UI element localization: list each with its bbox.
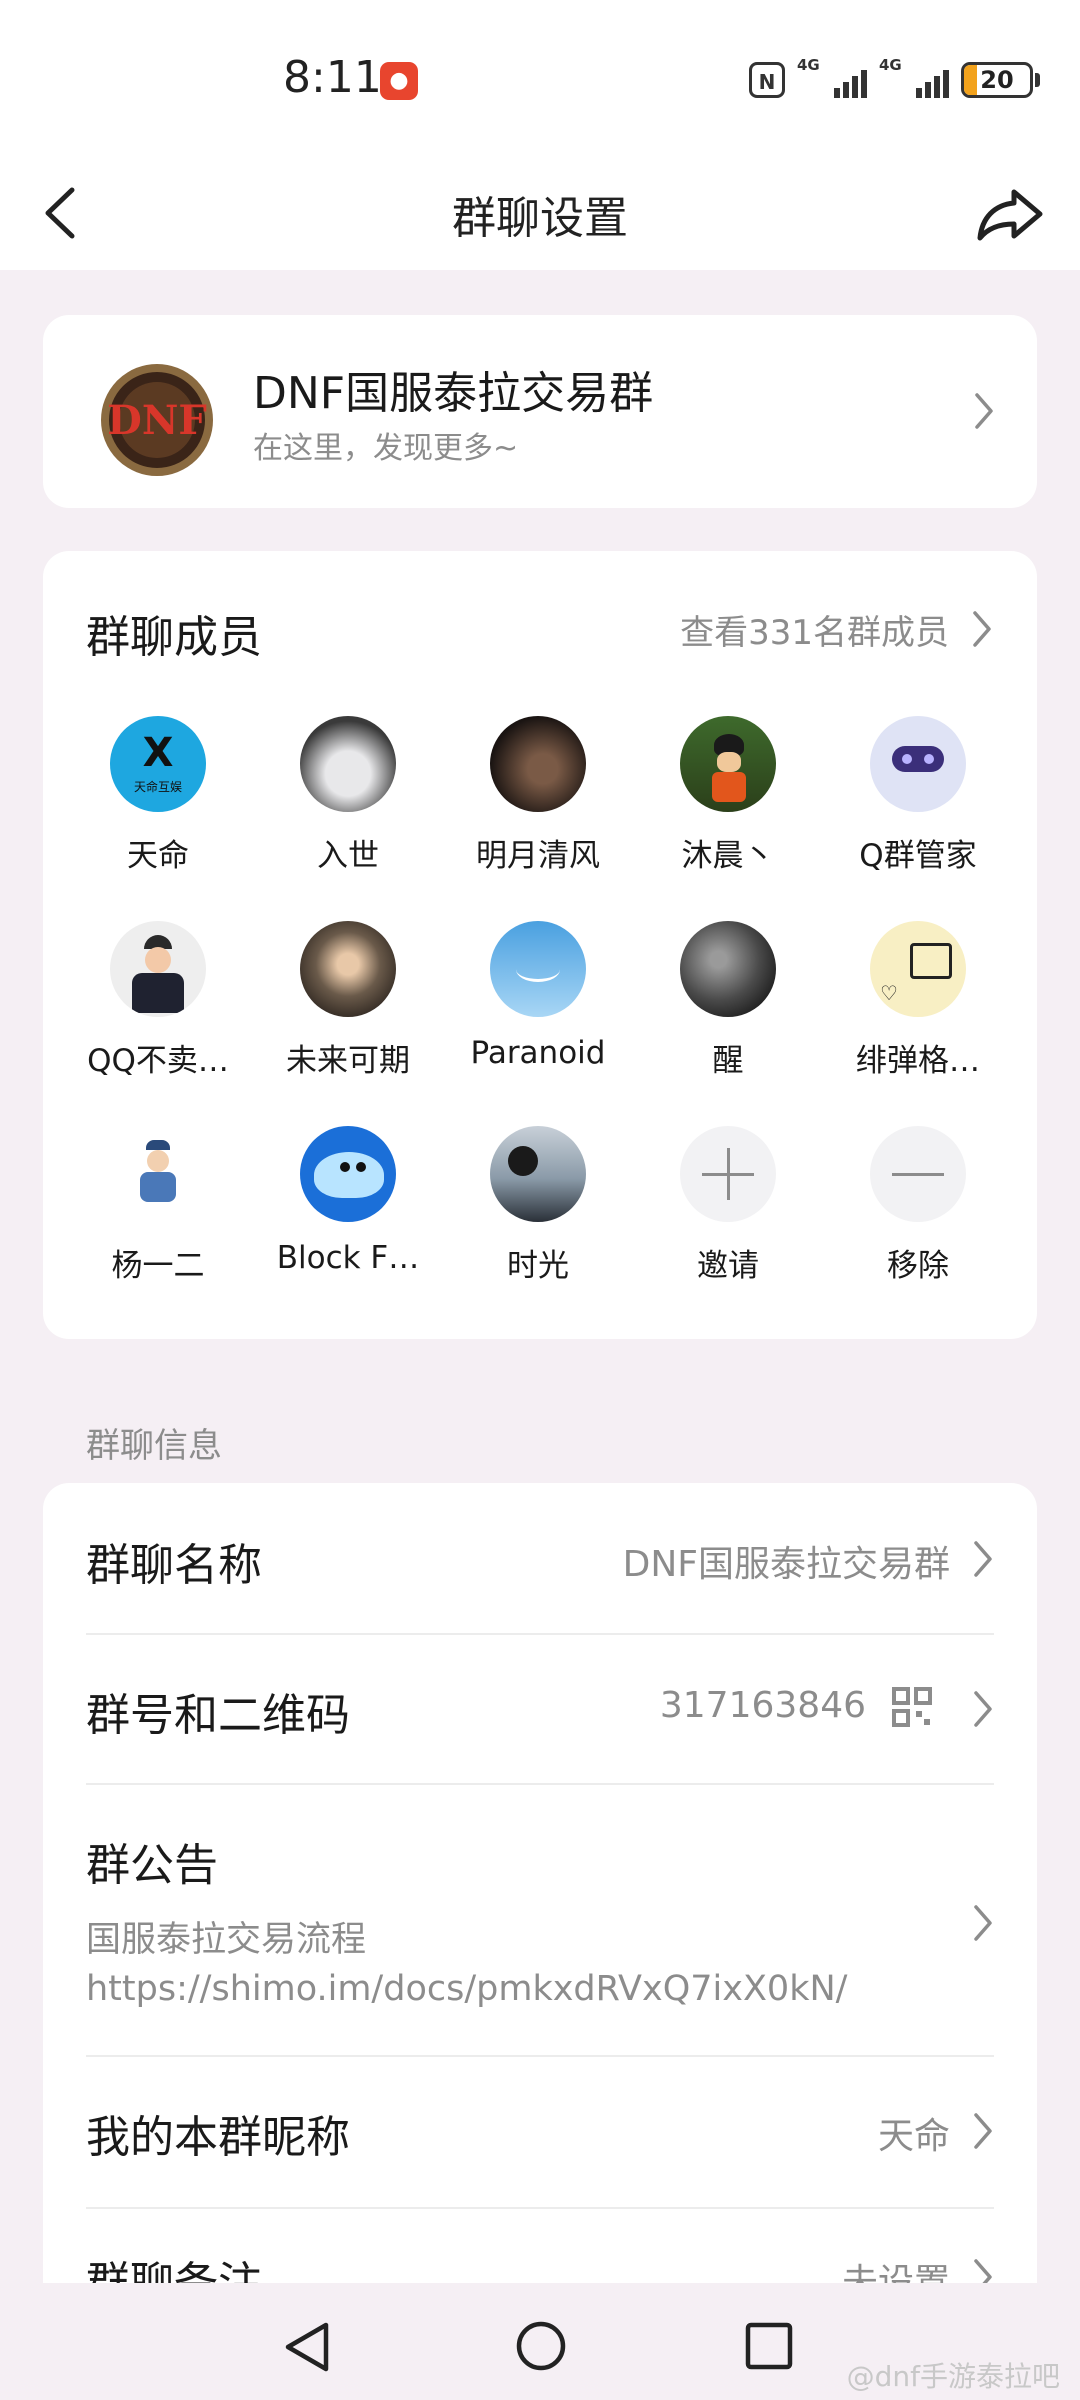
section-label: 群聊信息 <box>86 1426 222 1466</box>
remove-label: 移除 <box>887 1248 949 1284</box>
signal-icon-2: 4G <box>879 56 949 102</box>
member-name: QQ不卖… <box>87 1043 229 1079</box>
status-time: 8:11 <box>283 52 382 103</box>
members-card: 群聊成员 查看331名群成员 X 天命互娱 天命 入世 明月清风 沐晨丶 Q群管… <box>43 551 1037 1339</box>
avatar <box>300 1126 396 1222</box>
member-name: Paranoid <box>470 1035 606 1071</box>
group-name: DNF国服泰拉交易群 <box>253 368 654 419</box>
member-item[interactable]: Q群管家 <box>823 716 1013 875</box>
member-item[interactable]: 醒 <box>633 921 823 1080</box>
avatar <box>870 716 966 812</box>
status-bar: 8:11 ● N 4G 4G 20 <box>0 0 1080 160</box>
member-name: 醒 <box>712 1043 744 1079</box>
member-name: Q群管家 <box>859 838 977 874</box>
members-title: 群聊成员 <box>86 612 262 663</box>
plus-icon <box>680 1126 776 1222</box>
member-item[interactable]: X 天命互娱 天命 <box>63 716 253 875</box>
group-name-label: 群聊名称 <box>86 1540 262 1591</box>
invite-member-button[interactable]: 邀请 <box>633 1126 823 1285</box>
minus-icon <box>870 1126 966 1222</box>
chevron-right-icon <box>974 2113 992 2149</box>
member-item[interactable]: 时光 <box>443 1126 633 1285</box>
avatar <box>110 921 206 1017</box>
system-icons: N 4G 4G 20 <box>749 56 1040 104</box>
nfc-icon: N <box>749 62 785 98</box>
avatar <box>300 716 396 812</box>
avatar <box>680 921 776 1017</box>
announcement-row[interactable]: 群公告 国服泰拉交易流程 https://shimo.im/docs/pmkxd… <box>86 1785 994 2055</box>
avatar <box>110 1126 206 1222</box>
chevron-right-icon[interactable] <box>971 609 993 649</box>
member-item[interactable]: 入世 <box>253 716 443 875</box>
nav-recents-icon[interactable] <box>744 2321 794 2371</box>
page-title: 群聊设置 <box>452 193 628 244</box>
member-name: 明月清风 <box>476 838 600 874</box>
member-name: 天命 <box>127 838 189 874</box>
group-number-value: 317163846 <box>659 1685 866 1726</box>
chevron-right-icon <box>975 393 993 429</box>
group-name-value: DNF国服泰拉交易群 <box>622 1544 950 1585</box>
member-name: 时光 <box>507 1248 569 1284</box>
member-item[interactable]: QQ不卖… <box>63 921 253 1080</box>
nav-home-icon[interactable] <box>514 2319 568 2373</box>
group-logo: DNF <box>89 360 225 480</box>
announcement-line1: 国服泰拉交易流程 <box>86 1920 367 1960</box>
avatar <box>300 921 396 1017</box>
group-number-row[interactable]: 群号和二维码 317163846 <box>86 1635 994 1783</box>
group-name-row[interactable]: 群聊名称 DNF国服泰拉交易群 <box>86 1483 994 1633</box>
member-name: 杨一二 <box>111 1248 205 1284</box>
chevron-right-icon <box>974 1691 992 1727</box>
chevron-right-icon <box>974 1541 992 1577</box>
share-button[interactable] <box>970 178 1050 248</box>
member-name: 沐晨丶 <box>681 838 775 874</box>
group-subtitle: 在这里，发现更多~ <box>253 431 519 466</box>
watermark: @dnf手游泰拉吧 <box>846 2360 1060 2393</box>
screen-record-icon: ● <box>380 62 418 100</box>
my-nickname-value: 天命 <box>877 2116 950 2157</box>
member-item[interactable]: 沐晨丶 <box>633 716 823 875</box>
nav-back-icon[interactable] <box>282 2319 334 2375</box>
member-name: 绯弹格… <box>856 1043 980 1079</box>
battery-tip <box>1035 73 1040 87</box>
signal-icon-1: 4G <box>797 56 867 102</box>
remove-member-button[interactable]: 移除 <box>823 1126 1013 1285</box>
avatar <box>680 716 776 812</box>
title-bar: 群聊设置 <box>0 160 1080 270</box>
view-all-members-link[interactable]: 查看331名群成员 <box>680 605 949 654</box>
chevron-right-icon <box>974 1905 992 1941</box>
invite-label: 邀请 <box>697 1248 759 1284</box>
member-item[interactable]: Paranoid <box>443 921 633 1071</box>
member-name: 未来可期 <box>286 1043 410 1079</box>
avatar: X 天命互娱 <box>110 716 206 812</box>
member-item[interactable]: ♡ 绯弹格… <box>823 921 1013 1080</box>
group-profile-card[interactable]: DNF DNF国服泰拉交易群 在这里，发现更多~ <box>43 315 1037 508</box>
announcement-line2: https://shimo.im/docs/pmkxdRVxQ7ixX0kN/ <box>86 1969 848 2009</box>
my-nickname-row[interactable]: 我的本群昵称 天命 <box>86 2057 994 2207</box>
share-icon <box>977 189 1043 241</box>
avatar <box>490 716 586 812</box>
qr-code-icon <box>892 1687 932 1727</box>
announcement-label: 群公告 <box>86 1840 218 1891</box>
avatar: ♡ <box>870 921 966 1017</box>
member-item[interactable]: 明月清风 <box>443 716 633 875</box>
avatar <box>490 1126 586 1222</box>
battery-icon: 20 <box>961 62 1033 98</box>
battery-percent: 20 <box>980 66 1014 94</box>
avatar <box>490 921 586 1017</box>
group-number-label: 群号和二维码 <box>86 1690 350 1741</box>
my-nickname-label: 我的本群昵称 <box>86 2112 350 2163</box>
group-info-card: 群聊名称 DNF国服泰拉交易群 群号和二维码 317163846 群公告 国服泰… <box>43 1483 1037 2323</box>
member-item[interactable]: 杨一二 <box>63 1126 253 1285</box>
member-name: Block F… <box>276 1240 420 1276</box>
member-name: 入世 <box>317 838 379 874</box>
member-item[interactable]: 未来可期 <box>253 921 443 1080</box>
member-item[interactable]: Block F… <box>253 1126 443 1276</box>
logo-text: DNF <box>107 397 207 444</box>
